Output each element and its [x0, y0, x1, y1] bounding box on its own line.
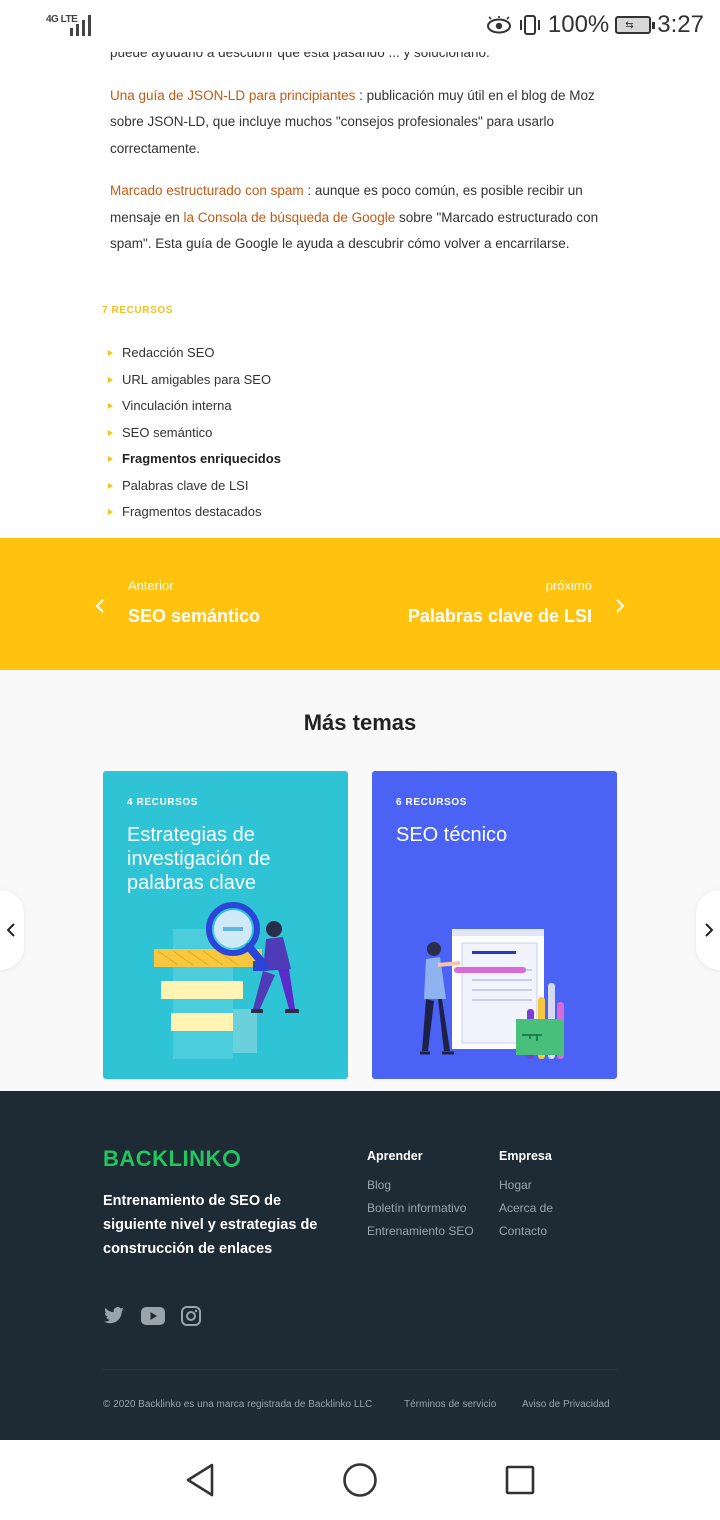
footer-column-title: Empresa [499, 1149, 552, 1163]
chevron-right-icon[interactable] [614, 598, 626, 614]
footer-tagline: Entrenamiento de SEO de siguiente nivel … [103, 1193, 318, 1257]
instagram-icon[interactable] [181, 1306, 201, 1326]
signal-icon [70, 14, 91, 36]
terms-link[interactable]: Términos de servicio [404, 1399, 496, 1410]
footer-column-title: Aprender [367, 1149, 423, 1163]
footer-divider [103, 1369, 617, 1370]
system-navigation-bar [0, 1440, 720, 1520]
copyright-text: © 2020 Backlinko es una marca registrada… [103, 1399, 373, 1410]
chevron-right-icon [705, 923, 714, 937]
backlinko-logo[interactable]: BACKLINK [103, 1146, 240, 1172]
card-resource-count: 4 RECURSOS [127, 797, 199, 808]
resources-list: Redacción SEO URL amigables para SEO Vin… [108, 340, 281, 526]
footer-link-contact[interactable]: Contacto [499, 1224, 553, 1247]
topic-card-keyword-research[interactable]: 4 RECURSOS Estrategias de investigación … [103, 771, 348, 1079]
clock: 3:27 [657, 11, 704, 38]
recents-icon[interactable] [504, 1462, 536, 1498]
carousel-prev-button[interactable] [0, 890, 24, 970]
keyword-research-illustration [154, 902, 299, 1059]
previous-label: Anterior [128, 578, 174, 593]
battery-icon: ⇆ [615, 16, 656, 34]
footer-link-about[interactable]: Acerca de [499, 1201, 553, 1224]
carousel-next-button[interactable] [696, 890, 720, 970]
site-footer: BACKLINK Entrenamiento de SEO de siguien… [0, 1091, 720, 1440]
json-ld-guide-link[interactable]: Una guía de JSON-LD para principiantes [110, 88, 355, 103]
resource-item[interactable]: URL amigables para SEO [108, 367, 281, 394]
resource-item-active[interactable]: Fragmentos enriquecidos [108, 446, 281, 473]
status-bar: 4G LTE 100% ⇆ 3:27 [0, 0, 720, 52]
next-post-link[interactable]: Palabras clave de LSI [408, 606, 592, 627]
bullet-arrow-icon [108, 456, 113, 463]
article-paragraph: Marcado estructurado con spam : aunque e… [110, 183, 599, 251]
bullet-arrow-icon [108, 403, 113, 410]
article-paragraph: Una guía de JSON-LD para principiantes :… [110, 87, 595, 156]
previous-post-link[interactable]: SEO semántico [128, 606, 260, 627]
bullet-arrow-icon [108, 509, 113, 516]
next-label: próximo [545, 578, 592, 593]
home-icon[interactable] [342, 1462, 378, 1498]
more-topics-title: Más temas [303, 710, 417, 735]
footer-link-home[interactable]: Hogar [499, 1178, 553, 1201]
chevron-left-icon [6, 923, 15, 937]
resources-count-label: 7 RECURSOS [102, 305, 174, 316]
bullet-arrow-icon [108, 350, 113, 357]
battery-percent: 100% [547, 11, 610, 38]
privacy-link[interactable]: Aviso de Privacidad [522, 1399, 610, 1410]
youtube-icon[interactable] [141, 1307, 165, 1325]
footer-link-newsletter[interactable]: Boletín informativo [367, 1201, 474, 1224]
resource-item[interactable]: Vinculación interna [108, 393, 281, 420]
card-resource-count: 6 RECURSOS [396, 797, 468, 808]
card-title: Estrategias de investigación de palabras… [127, 824, 271, 894]
card-title: SEO técnico [396, 824, 508, 846]
back-icon[interactable] [184, 1462, 216, 1498]
footer-link-seo-training[interactable]: Entrenamiento SEO [367, 1224, 474, 1247]
resource-item[interactable]: Fragmentos destacados [108, 499, 281, 526]
topic-card-technical-seo[interactable]: 6 RECURSOS SEO técnico [372, 771, 617, 1079]
footer-link-blog[interactable]: Blog [367, 1178, 474, 1201]
resource-item[interactable]: Palabras clave de LSI [108, 473, 281, 500]
search-console-link[interactable]: la Consola de búsqueda de Google [184, 210, 396, 225]
resource-item[interactable]: Redacción SEO [108, 340, 281, 367]
footer-column-company: Empresa Hogar Acerca de Contacto [499, 1149, 553, 1247]
spam-markup-link[interactable]: Marcado estructurado con spam [110, 183, 304, 198]
resource-item[interactable]: SEO semántico [108, 420, 281, 447]
article-body: puede ayudarlo a descubrir qué está pasa… [110, 40, 610, 274]
post-navigation: Anterior SEO semántico próximo Palabras … [0, 538, 720, 670]
eye-comfort-icon [486, 16, 511, 34]
bullet-arrow-icon [108, 376, 113, 383]
technical-seo-illustration [420, 929, 564, 1059]
more-topics-section: Más temas 4 RECURSOS Estrategias de inve… [0, 670, 720, 1091]
social-links [103, 1306, 201, 1326]
vibrate-icon [519, 15, 540, 35]
chevron-left-icon[interactable] [94, 598, 106, 614]
logo-o-icon [222, 1150, 240, 1167]
bullet-arrow-icon [108, 482, 113, 489]
bullet-arrow-icon [108, 429, 113, 436]
twitter-icon[interactable] [103, 1307, 125, 1325]
footer-column-learn: Aprender Blog Boletín informativo Entren… [367, 1149, 474, 1247]
